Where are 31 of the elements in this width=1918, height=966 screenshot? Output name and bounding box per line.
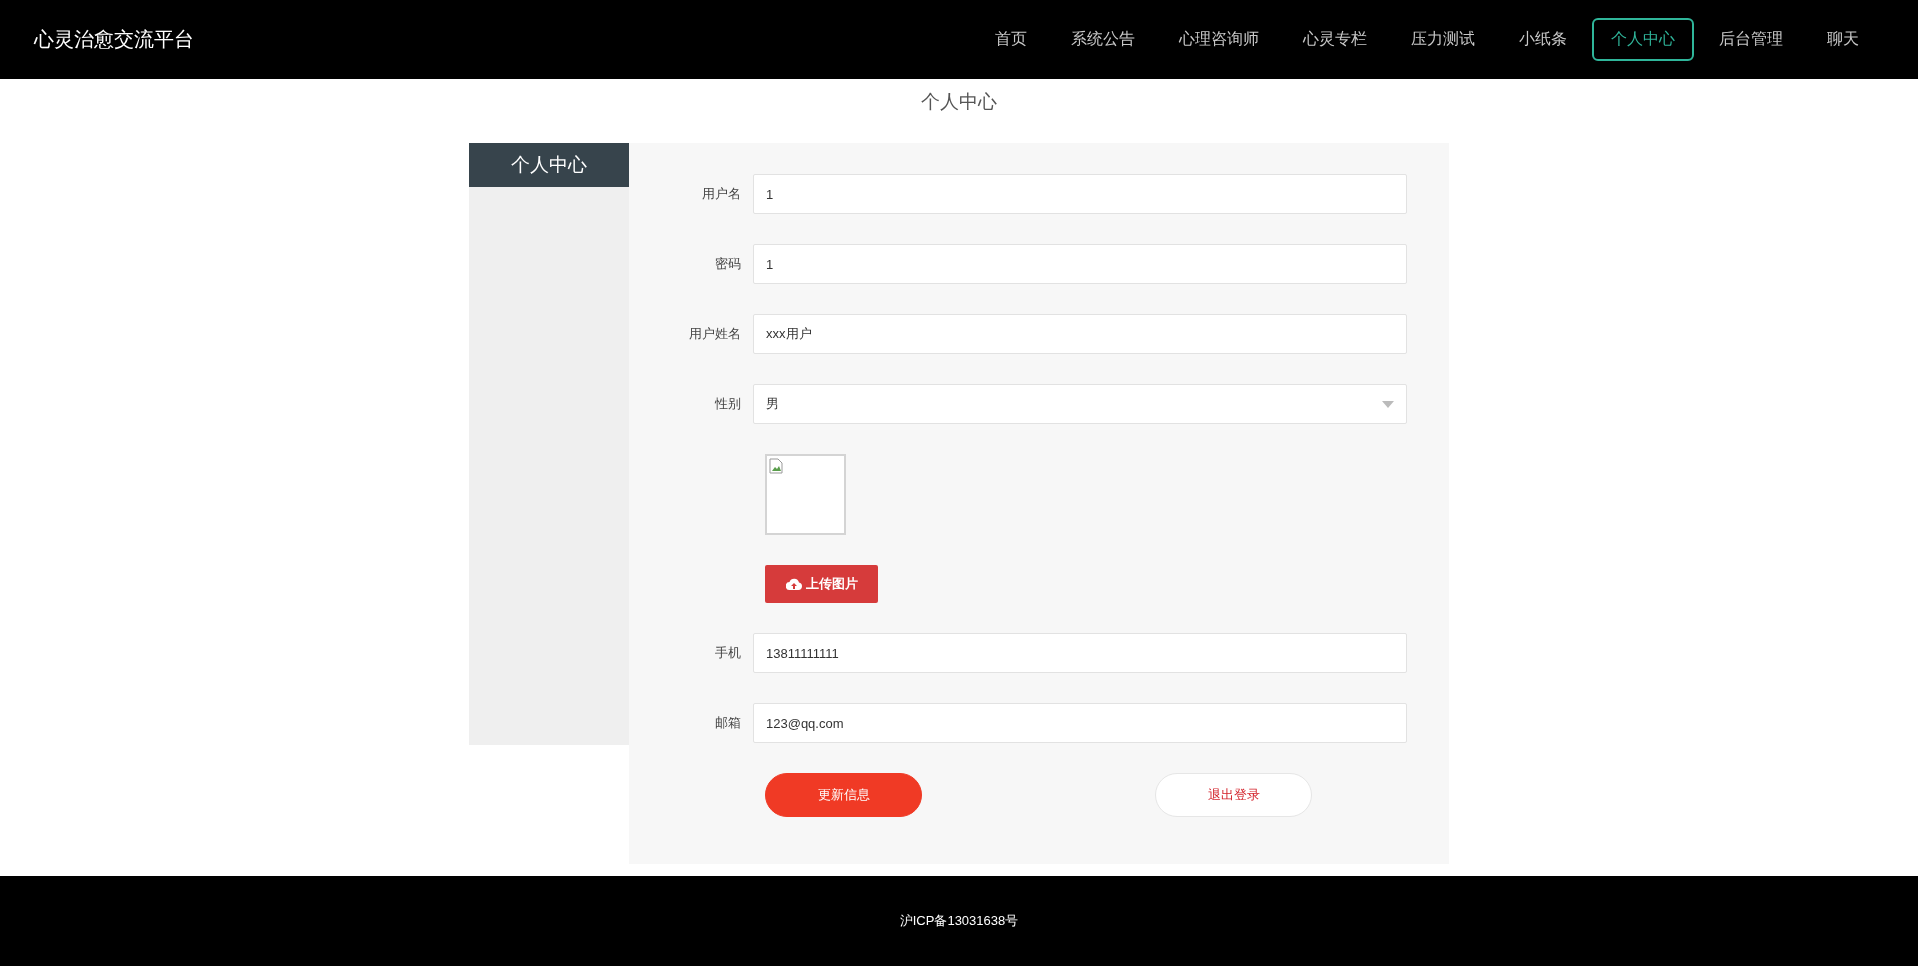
field-label: 用户名 <box>701 185 742 203</box>
text-field[interactable]: xxx用户 <box>753 314 1407 354</box>
text-field[interactable]: 123@qq.com <box>753 703 1407 743</box>
text-field[interactable]: 1 <box>753 174 1407 214</box>
nav-link[interactable]: 压力测试 <box>1392 18 1494 61</box>
field-label: 手机 <box>714 644 742 662</box>
site-title: 心灵治愈交流平台 <box>34 27 194 52</box>
text-field[interactable]: 1 <box>753 244 1407 284</box>
nav-link[interactable]: 心灵专栏 <box>1284 18 1386 61</box>
field-label: 性别 <box>714 395 742 413</box>
caret-icon <box>1382 400 1394 408</box>
nav-link[interactable]: 后台管理 <box>1700 18 1802 61</box>
footer-text: 沪ICP备13031638号 <box>899 912 1019 930</box>
upload-button[interactable]: 上传图片 <box>765 565 878 603</box>
nav-link[interactable]: 系统公告 <box>1052 18 1154 61</box>
cloud-upload-icon <box>785 578 802 590</box>
field-label: 密码 <box>714 255 742 273</box>
nav-link[interactable]: 小纸条 <box>1500 18 1586 61</box>
update-button[interactable]: 更新信息 <box>765 773 922 817</box>
nav-link[interactable]: 个人中心 <box>1592 18 1694 61</box>
broken-image-icon <box>769 458 783 474</box>
text-field[interactable]: 13811111111 <box>753 633 1407 673</box>
field-label: 邮箱 <box>714 714 742 732</box>
page-title: 个人中心 <box>921 90 997 114</box>
select-field[interactable]: 男 <box>753 384 1407 424</box>
logout-button[interactable]: 退出登录 <box>1155 773 1312 817</box>
nav-link[interactable]: 首页 <box>976 18 1046 61</box>
field-label: 用户姓名 <box>688 325 742 343</box>
nav-link[interactable]: 心理咨询师 <box>1160 18 1278 61</box>
nav-link[interactable]: 聊天 <box>1808 18 1878 61</box>
sidebar-title: 个人中心 <box>469 143 629 187</box>
